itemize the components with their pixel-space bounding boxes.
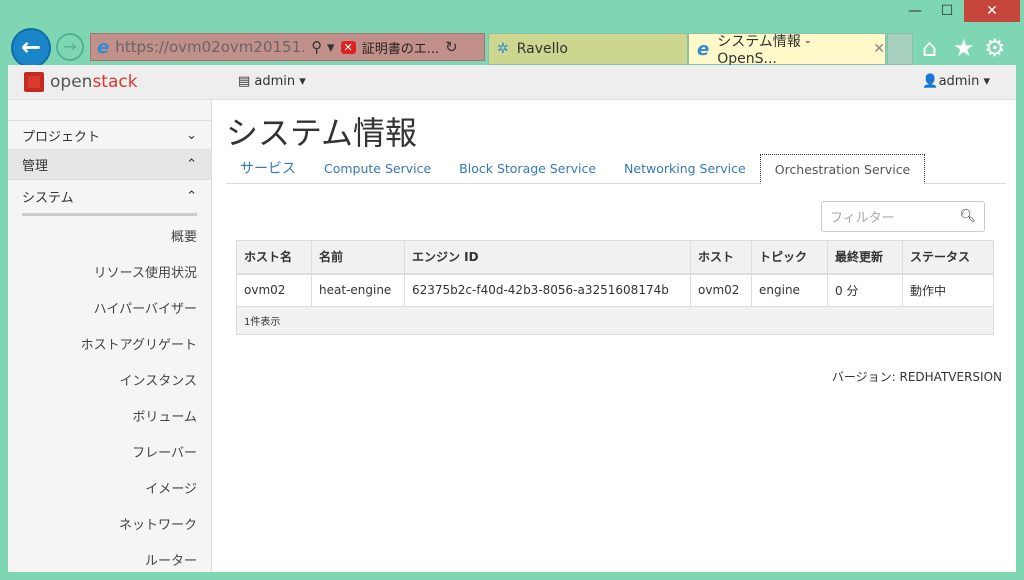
- tab-block-storage-service[interactable]: Block Storage Service: [445, 154, 610, 184]
- cell-topic: engine: [751, 273, 828, 307]
- sidebar-section-admin[interactable]: 管理 ⌃: [8, 150, 211, 180]
- section-label: 管理: [22, 159, 49, 174]
- sidebar-item-overview[interactable]: 概要: [8, 220, 211, 256]
- table-header-row: ホスト名 名前 エンジン ID ホスト トピック 最終更新 ステータス: [236, 240, 994, 275]
- brand-stack: stack: [92, 72, 138, 92]
- page: openstack ▤ admin ▾ 👤admin ▾ プロジェクト ⌄ 管理 ⌃…: [8, 65, 1016, 572]
- search-icon[interactable]: 🔍︎: [959, 209, 976, 224]
- user-dropdown[interactable]: 👤admin ▾: [922, 74, 990, 89]
- chevron-up-icon: ⌃: [186, 189, 197, 204]
- section-label: プロジェクト: [22, 129, 101, 145]
- top-navbar: openstack ▤ admin ▾ 👤admin ▾: [8, 65, 1016, 100]
- tab-services[interactable]: サービス: [226, 154, 310, 184]
- project-label: admin: [254, 74, 296, 89]
- cell-engine-id: 62375b2c-f40d-42b3-8056-a3251608174b: [404, 273, 691, 307]
- project-dropdown[interactable]: ▤ admin ▾: [238, 74, 306, 89]
- ravello-icon: ✲: [497, 41, 509, 57]
- ie-icon: e: [97, 36, 110, 58]
- user-icon: 👤: [922, 74, 939, 89]
- col-engine-id[interactable]: エンジン ID: [404, 240, 691, 275]
- tab-ravello[interactable]: ✲ Ravello: [488, 33, 688, 65]
- tab-label: システム情報 - OpenS...: [717, 34, 811, 67]
- col-topic[interactable]: トピック: [751, 240, 828, 275]
- filter-placeholder: フィルター: [830, 211, 895, 226]
- orchestration-services-table: ホスト名 名前 エンジン ID ホスト トピック 最終更新 ステータス ovm0…: [236, 240, 994, 335]
- home-icon[interactable]: ⌂: [922, 34, 937, 62]
- cell-host-name: ovm02: [236, 273, 312, 307]
- brand-open: open: [50, 72, 93, 92]
- tab-networking-service[interactable]: Networking Service: [610, 154, 760, 184]
- tab-system-info[interactable]: e システム情報 - OpenS... ✕: [688, 33, 886, 67]
- section-label: システム: [22, 191, 74, 206]
- sidebar-item-volumes[interactable]: ボリューム: [8, 400, 211, 436]
- col-name[interactable]: 名前: [311, 240, 405, 275]
- close-button[interactable]: ✕: [964, 0, 1020, 22]
- refresh-icon[interactable]: ↻: [445, 38, 458, 56]
- cell-host: ovm02: [690, 273, 752, 307]
- col-status[interactable]: ステータス: [902, 240, 994, 275]
- service-tabs: サービス Compute Service Block Storage Servi…: [226, 154, 1006, 184]
- search-icon[interactable]: ⚲ ▾: [311, 38, 334, 56]
- col-host[interactable]: ホスト: [690, 240, 752, 275]
- sidebar: プロジェクト ⌄ 管理 ⌃ システム ⌃ 概要 リソース使用状況 ハイパーバイザー ホ…: [8, 100, 212, 572]
- sidebar-item-images[interactable]: イメージ: [8, 472, 211, 508]
- sidebar-item-resource-usage[interactable]: リソース使用状況: [8, 256, 211, 292]
- table-row: ovm02 heat-engine 62375b2c-f40d-42b3-805…: [236, 273, 994, 307]
- sidebar-item-flavors[interactable]: フレーバー: [8, 436, 211, 472]
- openstack-logo[interactable]: openstack: [24, 72, 138, 92]
- page-title: システム情報: [226, 114, 418, 152]
- address-bar[interactable]: e https://ovm02ovm20151... ⚲ ▾ ✕ 証明書のエ..…: [90, 33, 485, 61]
- filter-input[interactable]: フィルター 🔍︎: [821, 201, 985, 232]
- user-label: admin: [938, 74, 980, 89]
- col-updated[interactable]: 最終更新: [827, 240, 903, 275]
- tab-orchestration-service[interactable]: Orchestration Service: [759, 154, 926, 184]
- new-tab-button[interactable]: [887, 33, 913, 65]
- cell-status: 動作中: [902, 273, 994, 307]
- sidebar-item-instances[interactable]: インスタンス: [8, 364, 211, 400]
- chevron-up-icon: ⌃: [186, 157, 197, 172]
- back-button[interactable]: ←: [11, 28, 51, 68]
- cert-error-icon[interactable]: ✕: [340, 40, 356, 54]
- settings-gear-icon[interactable]: ⚙: [984, 34, 1006, 62]
- cert-error-text[interactable]: 証明書のエ...: [362, 38, 439, 57]
- sidebar-section-project[interactable]: プロジェクト ⌄: [8, 120, 211, 150]
- sidebar-item-networks[interactable]: ネットワーク: [8, 508, 211, 544]
- forward-button[interactable]: →: [56, 33, 84, 61]
- tab-close-icon[interactable]: ✕: [873, 41, 885, 57]
- maximize-button[interactable]: ☐: [932, 0, 962, 22]
- sidebar-item-host-aggregates[interactable]: ホストアグリゲート: [8, 328, 211, 364]
- minimize-button[interactable]: —: [900, 0, 930, 22]
- cell-updated: 0 分: [827, 273, 903, 307]
- logo-icon: [24, 72, 44, 92]
- version-text: バージョン: REDHATVERSION: [831, 370, 1002, 384]
- chevron-down-icon: ⌄: [186, 127, 197, 143]
- col-host-name[interactable]: ホスト名: [236, 240, 312, 275]
- table-footer-count: 1件表示: [236, 306, 994, 335]
- tab-label: Ravello: [516, 41, 568, 57]
- project-icon: ▤: [238, 74, 255, 89]
- sidebar-item-hypervisors[interactable]: ハイパーバイザー: [8, 292, 211, 328]
- ie-icon: e: [697, 38, 710, 60]
- sidebar-item-routers[interactable]: ルーター: [8, 544, 211, 580]
- url-text[interactable]: https://ovm02ovm20151...: [115, 38, 305, 56]
- cell-name: heat-engine: [311, 273, 405, 307]
- tab-compute-service[interactable]: Compute Service: [310, 154, 445, 184]
- sidebar-section-system[interactable]: システム ⌃: [22, 180, 197, 216]
- favorites-star-icon[interactable]: ★: [953, 34, 975, 62]
